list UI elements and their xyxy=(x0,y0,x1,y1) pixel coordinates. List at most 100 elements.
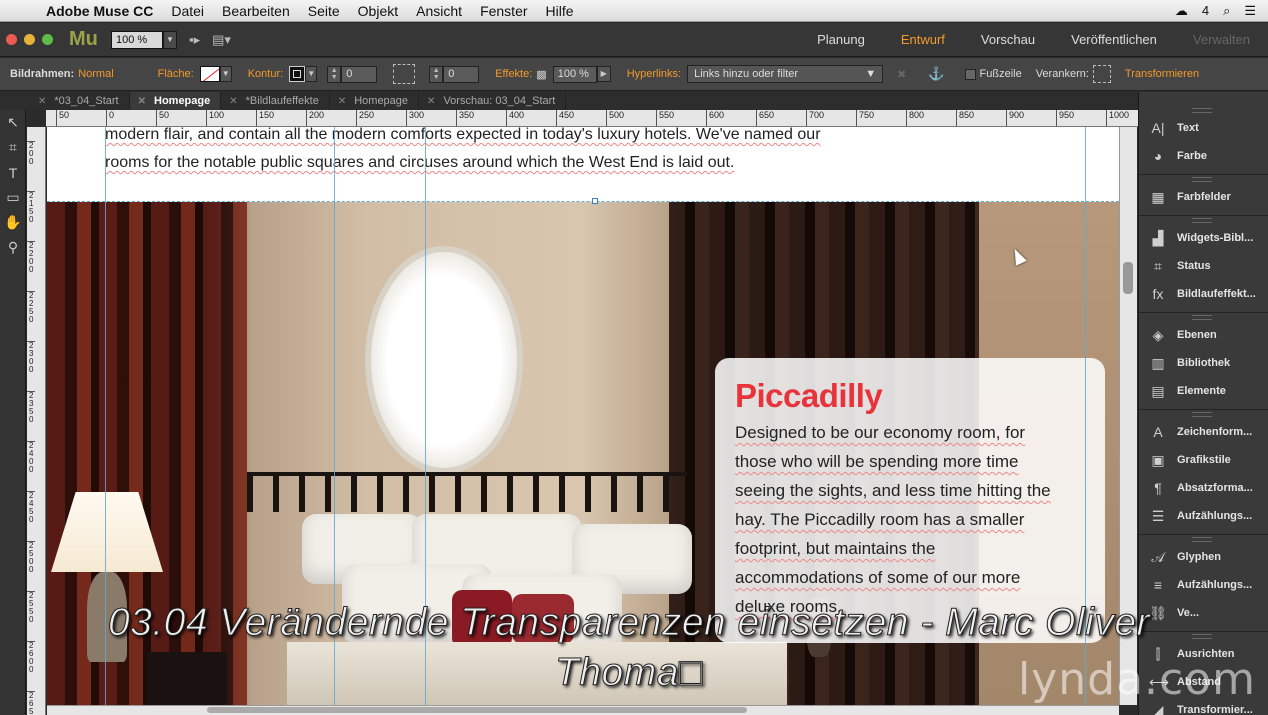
panel-item-layers[interactable]: ◈ Ebenen xyxy=(1139,321,1268,349)
preview-menu-icon[interactable]: ▤▾ xyxy=(212,32,231,48)
hand-tool-icon[interactable]: ✋ xyxy=(0,210,26,235)
close-window-button[interactable] xyxy=(6,34,17,45)
document-tabs: ✕ *03_04_Start ✕ Homepage ✕ *Bildlaufeffekt… xyxy=(0,92,1138,110)
close-icon[interactable]: ✕ xyxy=(38,96,46,107)
ruler-tick-label: 50 xyxy=(156,110,169,126)
close-icon[interactable]: ✕ xyxy=(229,96,237,107)
zoom-window-button[interactable] xyxy=(42,34,53,45)
close-icon[interactable]: ✕ xyxy=(427,96,435,107)
corner-radius-icon[interactable] xyxy=(393,64,416,84)
assets-icon: ▤ xyxy=(1151,382,1165,399)
panel-item-char-format[interactable]: A Zeichenform... xyxy=(1139,418,1268,446)
panel-item-assets[interactable]: ▤ Elemente xyxy=(1139,377,1268,405)
tab-03-04-start[interactable]: ✕ *03_04_Start xyxy=(30,92,130,110)
paragraph-icon: ¶ xyxy=(1154,480,1162,496)
effects-label[interactable]: Effekte: xyxy=(495,68,532,80)
opacity-arrow-icon[interactable]: ▶ xyxy=(596,66,611,82)
horizontal-ruler[interactable]: 50 0 50 100 150 200 250 300 350 400 450 500 550 600 65… xyxy=(46,110,1138,127)
selection-handle[interactable] xyxy=(592,198,598,204)
scroll-thumb[interactable] xyxy=(207,707,747,713)
selection-tool-icon[interactable]: ↖ xyxy=(0,110,26,135)
panel-item-color[interactable]: ◕ Farbe xyxy=(1139,142,1268,170)
lynda-watermark: lynda.com xyxy=(1018,654,1257,705)
panel-item-glyphs[interactable]: 𝒜 Glyphen xyxy=(1139,543,1268,571)
close-icon[interactable]: ✕ xyxy=(138,96,146,107)
tab-homepage-2[interactable]: ✕ Homepage xyxy=(330,92,420,110)
cc-badge-count: 4 xyxy=(1201,3,1210,18)
anchor-grid-icon[interactable] xyxy=(1092,65,1111,83)
bullets-icon: ☰ xyxy=(1151,507,1165,524)
menu-hilfe[interactable]: Hilfe xyxy=(546,3,574,19)
tab-label: *Bildlaufeffekte xyxy=(245,95,319,107)
minimize-window-button[interactable] xyxy=(24,34,35,45)
ruler-tick-label: 950 xyxy=(1056,110,1074,126)
zoom-tool-icon[interactable]: ⚲ xyxy=(0,235,26,260)
mode-vorschau[interactable]: Vorschau xyxy=(963,23,1053,56)
transform-link[interactable]: Transformieren xyxy=(1125,68,1199,80)
frame-mode-link[interactable]: Normal xyxy=(78,68,113,80)
horizontal-scrollbar[interactable] xyxy=(47,705,1119,715)
footer-checkbox[interactable] xyxy=(964,68,976,80)
anchor-icon[interactable]: ⚓ xyxy=(928,66,944,82)
ruler-tick-label: 350 xyxy=(456,110,474,126)
close-icon[interactable]: ✕ xyxy=(338,96,346,107)
corner-radius-input[interactable]: 0 xyxy=(443,65,480,83)
fx-icon: fx xyxy=(1152,286,1164,302)
tab-homepage[interactable]: ✕ Homepage xyxy=(129,92,222,110)
stroke-dropdown-icon[interactable]: ▼ xyxy=(305,66,318,82)
mode-veroeffentlichen[interactable]: Veröffentlichen xyxy=(1053,23,1175,56)
menu-objekt[interactable]: Objekt xyxy=(358,3,398,19)
intro-text-frame[interactable]: modern flair, and contain all the modern… xyxy=(105,127,821,177)
tab-bildlaufeffekte[interactable]: ✕ *Bildlaufeffekte xyxy=(221,92,330,110)
fill-dropdown-icon[interactable]: ▼ xyxy=(219,66,232,82)
corner-radius-stepper[interactable]: ▲ ▼ xyxy=(429,65,444,83)
menu-ansicht[interactable]: Ansicht xyxy=(416,3,462,19)
menu-fenster[interactable]: Fenster xyxy=(480,3,527,19)
panel-item-widgets[interactable]: ▟ Widgets-Bibl... xyxy=(1139,224,1268,252)
ruler-tick-label: 800 xyxy=(906,110,924,126)
spotlight-search-icon[interactable]: ⌕ xyxy=(1223,3,1230,19)
notification-list-icon[interactable]: ☰ xyxy=(1244,3,1256,19)
panel-item-fx[interactable]: fx Bildlaufeffekt... xyxy=(1139,280,1268,308)
panel-item-label: Aufzählungs... xyxy=(1177,510,1253,522)
stroke-swatch[interactable] xyxy=(289,66,306,82)
scroll-thumb[interactable] xyxy=(1123,262,1133,294)
menu-seite[interactable]: Seite xyxy=(308,3,340,19)
ruler-tick-label: 550 xyxy=(656,110,674,126)
panel-item-list[interactable]: ≡ Aufzählungs... xyxy=(1139,571,1268,599)
ruler-tick-label: 2150 xyxy=(27,191,35,224)
stroke-label[interactable]: Kontur: xyxy=(248,68,283,80)
panel-item-status[interactable]: ⌗ Status xyxy=(1139,252,1268,280)
mode-entwurf[interactable]: Entwurf xyxy=(883,23,963,56)
stroke-width-stepper[interactable]: ▲ ▼ xyxy=(327,65,342,83)
hyperlinks-label[interactable]: Hyperlinks: xyxy=(627,68,681,80)
app-menu[interactable]: Adobe Muse CC xyxy=(46,3,153,19)
menu-bearbeiten[interactable]: Bearbeiten xyxy=(222,3,290,19)
fill-label[interactable]: Fläche: xyxy=(158,68,194,80)
mode-planung[interactable]: Planung xyxy=(799,23,883,56)
place-file-icon[interactable]: ▪▸ xyxy=(189,32,200,48)
panel-item-bullets[interactable]: ☰ Aufzählungs... xyxy=(1139,502,1268,530)
swatches-icon: ▦ xyxy=(1151,188,1165,205)
fill-swatch[interactable] xyxy=(199,66,220,82)
panel-item-text[interactable]: A| Text xyxy=(1139,114,1268,142)
crop-tool-icon[interactable]: ⌗ xyxy=(0,135,26,160)
menu-datei[interactable]: Datei xyxy=(171,3,204,19)
hyperlinks-field[interactable]: Links hinzu oder filter ▼ xyxy=(687,65,884,83)
graphic-styles-icon: ▣ xyxy=(1151,451,1165,468)
panel-item-library[interactable]: ▥ Bibliothek xyxy=(1139,349,1268,377)
creative-cloud-icon[interactable]: ☁ xyxy=(1175,3,1188,19)
rectangle-tool-icon[interactable]: ▭ xyxy=(0,185,26,210)
frame-label: Bildrahmen: xyxy=(10,68,75,80)
ruler-tick-label: 2350 xyxy=(27,391,35,424)
panel-item-paragraph[interactable]: ¶ Absatzforma... xyxy=(1139,474,1268,502)
workspace-modes: Planung Entwurf Vorschau Veröffentlichen… xyxy=(799,23,1268,56)
stroke-width-input[interactable]: 0 xyxy=(341,65,378,83)
zoom-level-field[interactable]: 100 % xyxy=(111,30,163,49)
zoom-dropdown-icon[interactable]: ▼ xyxy=(163,30,177,49)
panel-item-swatches[interactable]: ▦ Farbfelder xyxy=(1139,183,1268,211)
opacity-input[interactable]: 100 % xyxy=(552,65,597,83)
panel-item-graphic-styles[interactable]: ▣ Grafikstile xyxy=(1139,446,1268,474)
text-tool-icon[interactable]: T xyxy=(0,160,26,185)
tab-vorschau[interactable]: ✕ Vorschau: 03_04_Start xyxy=(419,92,567,110)
